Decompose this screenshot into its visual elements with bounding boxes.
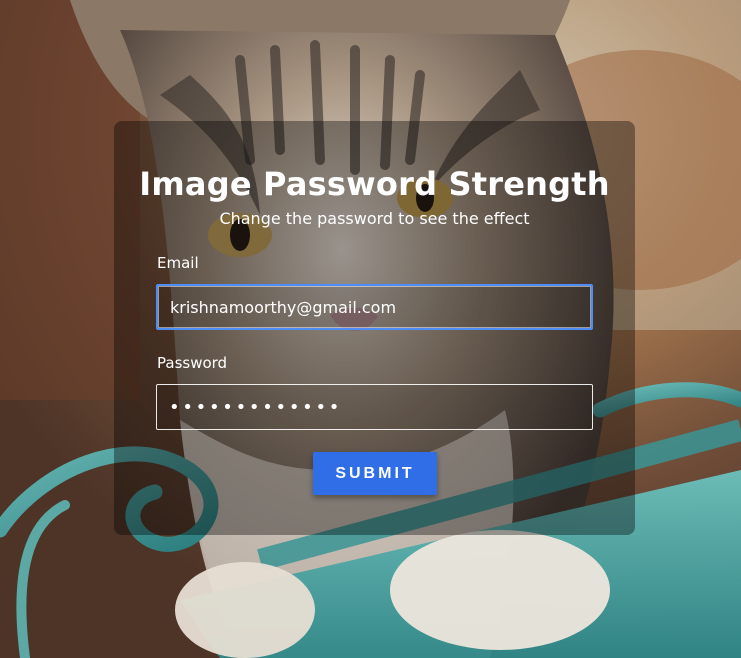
email-field[interactable]: krishnamoorthy@gmail.com [156, 284, 593, 330]
password-label: Password [157, 354, 228, 372]
email-value: krishnamoorthy@gmail.com [170, 297, 397, 317]
page-subtitle: Change the password to see the effect [219, 209, 530, 228]
submit-button[interactable]: SUBMIT [313, 452, 437, 495]
email-label: Email [157, 254, 199, 272]
password-value: ••••••••••••• [169, 396, 343, 418]
login-card: Image Password Strength Change the passw… [114, 121, 635, 535]
page-title: Image Password Strength [139, 165, 610, 203]
password-field[interactable]: ••••••••••••• [156, 384, 593, 430]
